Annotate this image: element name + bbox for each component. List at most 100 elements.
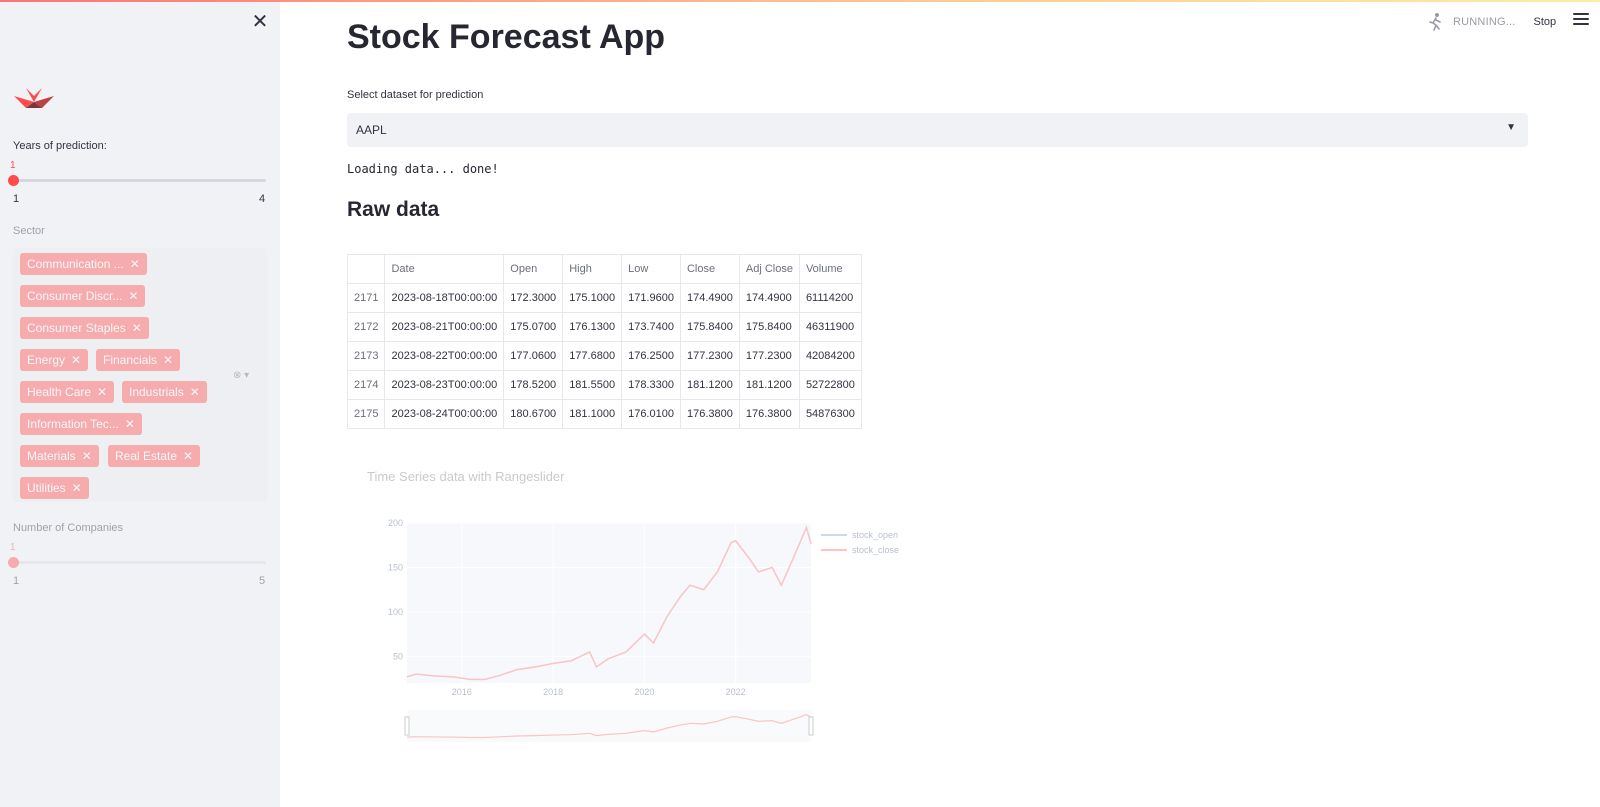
close-icon[interactable]: ✕ — [72, 481, 82, 495]
companies-slider-value: 1 — [10, 542, 16, 553]
chart-svg[interactable]: Time Series data with Rangeslider 50 100 15… — [347, 469, 947, 770]
cell-close: 176.3800 — [679, 399, 740, 429]
cell-open: 180.6700 — [503, 399, 564, 429]
cell-close: 177.2300 — [679, 341, 740, 371]
table-header-row: Date Open High Low Close Adj Close Volum… — [346, 254, 862, 284]
status-area: RUNNING... Stop — [1425, 12, 1556, 32]
y-tick-label: 50 — [393, 651, 403, 661]
table-row[interactable]: 2174 2023-08-23T00:00:00 178.5200 181.55… — [346, 370, 862, 400]
cell-date: 2023-08-23T00:00:00 — [384, 370, 505, 400]
rangeslider-handle-right — [808, 716, 814, 736]
row-index: 2174 — [346, 370, 386, 400]
cell-date: 2023-08-18T00:00:00 — [384, 283, 505, 313]
multiselect-controls[interactable]: ⊗ ▾ — [233, 370, 249, 381]
x-tick-label: 2016 — [452, 687, 472, 697]
years-slider-thumb[interactable] — [8, 175, 19, 186]
x-tick-label: 2020 — [634, 687, 654, 697]
time-series-chart[interactable]: Time Series data with Rangeslider 50 100 15… — [347, 469, 947, 770]
chevron-down-icon[interactable]: ▼ — [1506, 122, 1516, 133]
close-icon[interactable]: ✕ — [125, 417, 135, 431]
sidebar: ✕ Years of prediction: 1 1 4 Sector Comm… — [0, 0, 280, 807]
table-row[interactable]: 2173 2023-08-22T00:00:00 177.0600 177.68… — [346, 341, 862, 371]
companies-slider-thumb[interactable] — [8, 557, 19, 568]
legend-label: stock_close — [852, 545, 899, 555]
running-progress-line — [0, 0, 1600, 2]
close-icon[interactable]: ✕ — [132, 321, 142, 335]
cell-open: 172.3000 — [503, 283, 564, 313]
sector-chip[interactable]: Real Estate ✕ — [108, 445, 201, 467]
row-index: 2171 — [346, 283, 386, 313]
sector-chip[interactable]: Consumer Discr... ✕ — [20, 285, 146, 307]
companies-slider[interactable] — [8, 557, 266, 568]
rangeslider-handle-left — [404, 716, 410, 736]
x-tick-label: 2022 — [726, 687, 746, 697]
cell-close: 174.4900 — [679, 283, 740, 313]
dataset-select[interactable]: AAPL ▼ — [347, 113, 1528, 147]
close-icon[interactable]: ✕ — [71, 353, 81, 367]
column-header-index[interactable] — [346, 254, 386, 284]
legend-label: stock_open — [852, 530, 898, 540]
sector-chip[interactable]: Utilities ✕ — [20, 477, 89, 499]
sector-chip[interactable]: Financials ✕ — [96, 349, 181, 371]
close-icon[interactable]: ✕ — [190, 385, 200, 399]
years-slider-min: 1 — [13, 193, 20, 205]
cell-low: 176.0100 — [621, 399, 681, 429]
years-slider-max: 4 — [259, 193, 266, 205]
y-tick-label: 200 — [388, 518, 403, 528]
cell-low: 176.2500 — [621, 341, 681, 371]
sector-chip[interactable]: Consumer Staples ✕ — [20, 317, 149, 339]
close-icon[interactable]: ✕ — [97, 385, 107, 399]
raw-data-heading: Raw data — [347, 198, 440, 221]
row-index: 2172 — [346, 312, 386, 342]
dataset-select-label: Select dataset for prediction — [347, 89, 484, 101]
column-header-low[interactable]: Low — [621, 254, 681, 284]
sector-chip[interactable]: Communication ... ✕ — [20, 253, 147, 275]
sector-chip[interactable]: Information Tec... ✕ — [20, 413, 142, 435]
hamburger-menu-icon[interactable] — [1573, 13, 1589, 27]
close-icon[interactable]: ✕ — [183, 449, 193, 463]
cell-adj-close: 175.8400 — [738, 312, 800, 342]
table-row[interactable]: 2175 2023-08-24T00:00:00 180.6700 181.10… — [346, 399, 862, 429]
close-icon[interactable]: ✕ — [128, 289, 138, 303]
cell-volume: 42084200 — [798, 341, 862, 371]
column-header-date[interactable]: Date — [384, 254, 505, 284]
cell-low: 171.9600 — [621, 283, 681, 313]
sector-chip[interactable]: Health Care ✕ — [20, 381, 115, 403]
close-icon[interactable]: ✕ — [163, 353, 173, 367]
column-header-open[interactable]: Open — [503, 254, 564, 284]
running-man-icon — [1429, 13, 1441, 31]
cell-open: 177.0600 — [503, 341, 564, 371]
chart-title: Time Series data with Rangeslider — [367, 470, 565, 484]
years-slider[interactable] — [8, 175, 266, 186]
x-tick-label: 2018 — [543, 687, 563, 697]
stop-button[interactable]: Stop — [1534, 16, 1557, 28]
sector-chip[interactable]: Industrials ✕ — [122, 381, 207, 403]
sector-chip[interactable]: Materials ✕ — [20, 445, 99, 467]
sector-chip[interactable]: Energy ✕ — [20, 349, 89, 371]
chevron-down-icon[interactable]: ▾ — [244, 370, 249, 381]
companies-slider-max: 5 — [259, 575, 266, 587]
cell-volume: 52722800 — [798, 370, 862, 400]
companies-slider-min: 1 — [13, 575, 20, 587]
column-header-high[interactable]: High — [562, 254, 623, 284]
clear-icon[interactable]: ⊗ — [233, 370, 241, 381]
cell-high: 181.1000 — [562, 399, 623, 429]
cell-high: 181.5500 — [562, 370, 623, 400]
companies-slider-label: Number of Companies — [13, 522, 124, 534]
column-header-close[interactable]: Close — [679, 254, 740, 284]
close-icon[interactable]: ✕ — [82, 449, 92, 463]
close-icon[interactable]: ✕ — [250, 12, 270, 32]
page-title: Stock Forecast App — [347, 18, 666, 56]
close-icon[interactable]: ✕ — [130, 257, 140, 271]
cell-close: 175.8400 — [679, 312, 740, 342]
column-header-volume[interactable]: Volume — [798, 254, 862, 284]
table-row[interactable]: 2172 2023-08-21T00:00:00 175.0700 176.13… — [346, 312, 862, 342]
cell-open: 178.5200 — [503, 370, 564, 400]
cell-adj-close: 177.2300 — [738, 341, 800, 371]
sector-label: Sector — [13, 225, 45, 237]
column-header-adj-close[interactable]: Adj Close — [738, 254, 800, 284]
cell-close: 181.1200 — [679, 370, 740, 400]
raw-data-table[interactable]: Date Open High Low Close Adj Close Volum… — [346, 254, 862, 429]
table-row[interactable]: 2171 2023-08-18T00:00:00 172.3000 175.10… — [346, 283, 862, 313]
running-status: RUNNING... — [1453, 16, 1516, 28]
